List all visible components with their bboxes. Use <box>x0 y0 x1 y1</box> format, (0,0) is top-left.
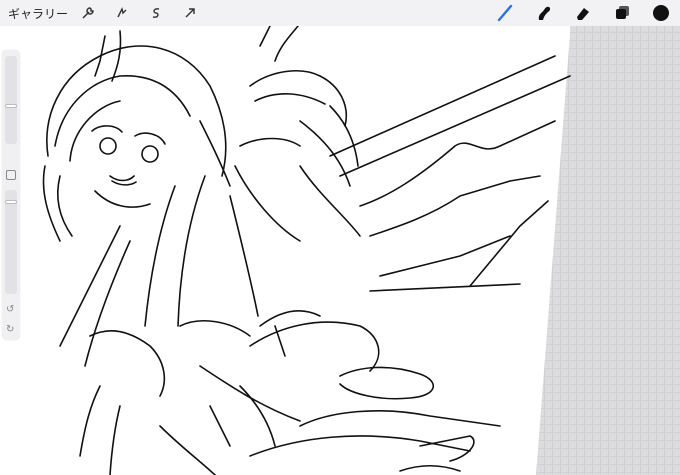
selection-icon[interactable] <box>146 3 166 23</box>
brush-size-slider[interactable] <box>5 56 17 144</box>
undo-icon[interactable]: ↺ <box>6 304 14 315</box>
brush-icon[interactable] <box>494 3 516 23</box>
adjustments-icon[interactable] <box>112 3 132 23</box>
brush-size-handle[interactable] <box>5 104 17 108</box>
redo-icon[interactable]: ↻ <box>6 324 14 335</box>
opacity-slider[interactable] <box>5 190 17 294</box>
wrench-icon[interactable] <box>78 3 98 23</box>
left-sidebar: ↺ ↻ <box>2 50 20 340</box>
layers-icon[interactable] <box>611 3 633 23</box>
transform-arrow-icon[interactable] <box>180 3 200 23</box>
drawing-canvas[interactable] <box>0 26 680 475</box>
smudge-icon[interactable] <box>533 3 555 23</box>
sketch-artwork <box>0 26 571 475</box>
top-toolbar: ギャラリー <box>0 0 680 26</box>
color-swatch[interactable] <box>650 3 672 23</box>
opacity-handle[interactable] <box>5 200 17 204</box>
current-color-dot <box>653 5 669 21</box>
modify-button[interactable] <box>6 170 16 180</box>
gallery-button[interactable]: ギャラリー <box>8 5 68 22</box>
eraser-icon[interactable] <box>572 3 594 23</box>
